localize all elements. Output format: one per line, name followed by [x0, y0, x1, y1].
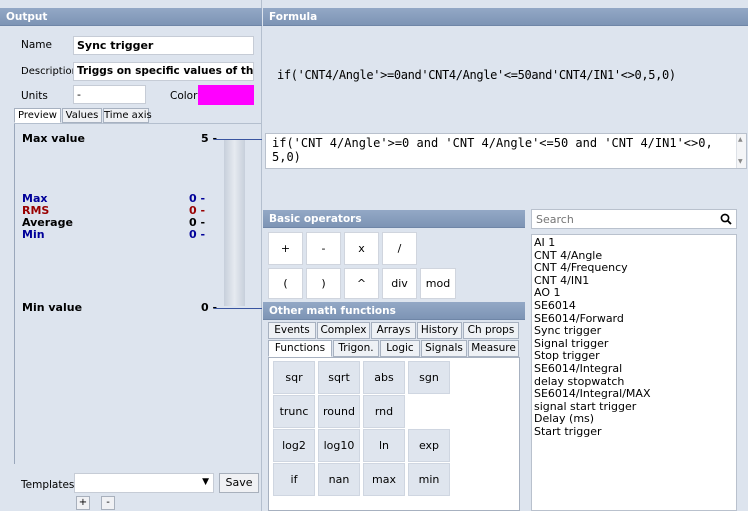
chevron-down-icon[interactable]: ▼ [202, 474, 209, 491]
tab-preview[interactable]: Preview [14, 108, 61, 123]
min-value-label: Min value [22, 301, 83, 314]
tab-values[interactable]: Values [62, 108, 102, 123]
tab-events[interactable]: Events [268, 322, 316, 339]
fn-exp-button[interactable]: exp [408, 429, 450, 462]
list-item[interactable]: Sync trigger [532, 325, 736, 338]
fn-trunc-button[interactable]: trunc [273, 395, 315, 428]
fn-sqrt-button[interactable]: sqrt [318, 361, 360, 394]
fn-min-button[interactable]: min [408, 463, 450, 496]
color-label: Color [170, 90, 198, 102]
gauge-bar [224, 140, 245, 306]
op-power-button[interactable]: ^ [344, 268, 379, 299]
op-div-button[interactable]: div [382, 268, 417, 299]
tab-functions[interactable]: Functions [268, 340, 332, 357]
tab-ch-props[interactable]: Ch props [463, 322, 519, 339]
list-item[interactable]: AI 1 [532, 236, 736, 250]
tab-history[interactable]: History [417, 322, 462, 339]
stat-min-label: Min [22, 228, 45, 241]
remove-template-button[interactable]: - [101, 496, 115, 510]
channel-list[interactable]: AI 1 CNT 4/Angle CNT 4/Frequency CNT 4/I… [531, 234, 737, 511]
formula-header: Formula [263, 8, 748, 26]
fn-log10-button[interactable]: log10 [318, 429, 360, 462]
op-mod-button[interactable]: mod [420, 268, 456, 299]
channel-search-input[interactable] [534, 211, 714, 227]
units-label: Units [21, 90, 48, 102]
stat-min-value: 0 - [189, 228, 206, 241]
templates-select[interactable]: ▼ [74, 473, 214, 493]
templates-label: Templates [21, 479, 75, 491]
units-field[interactable]: - [73, 85, 146, 104]
channel-search[interactable] [531, 209, 737, 229]
op-minus-button[interactable]: - [306, 232, 341, 265]
fn-ln-button[interactable]: ln [363, 429, 405, 462]
tab-trigon[interactable]: Trigon. [333, 340, 379, 357]
formula-editor[interactable]: if('CNT 4/Angle'>=0 and 'CNT 4/Angle'<=5… [265, 133, 747, 169]
tab-logic[interactable]: Logic [380, 340, 420, 357]
list-item[interactable]: SE6014 [532, 299, 736, 313]
op-close-paren-button[interactable]: ) [306, 268, 341, 299]
fn-sqr-button[interactable]: sqr [273, 361, 315, 394]
math-functions-header: Other math functions [263, 302, 525, 320]
name-field[interactable]: Sync trigger [73, 36, 254, 55]
fn-sgn-button[interactable]: sgn [408, 361, 450, 394]
search-icon[interactable] [720, 213, 732, 225]
tab-complex[interactable]: Complex [317, 322, 370, 339]
tab-arrays[interactable]: Arrays [371, 322, 416, 339]
output-header: Output [0, 8, 262, 26]
op-divide-button[interactable]: / [382, 232, 417, 265]
formula-display: if('CNT4/Angle'>=0and'CNT4/Angle'<=50and… [277, 68, 676, 82]
save-button[interactable]: Save [219, 473, 259, 493]
fn-log2-button[interactable]: log2 [273, 429, 315, 462]
min-value-tick [214, 308, 262, 309]
add-template-button[interactable]: + [76, 496, 90, 510]
list-item[interactable]: Start trigger [532, 425, 736, 439]
tab-signals[interactable]: Signals [421, 340, 467, 357]
formula-editor-text[interactable]: if('CNT 4/Angle'>=0 and 'CNT 4/Angle'<=5… [272, 136, 727, 164]
color-swatch[interactable] [198, 85, 254, 105]
tab-time-axis[interactable]: Time axis [103, 108, 152, 123]
left-edge-rule [14, 124, 15, 464]
max-value-label: Max value [22, 132, 85, 145]
fn-if-button[interactable]: if [273, 463, 315, 496]
list-item[interactable]: SE6014/Integral [532, 362, 736, 376]
list-item[interactable]: CNT 4/Frequency [532, 262, 736, 275]
fn-rnd-button[interactable]: rnd [363, 395, 405, 428]
fn-nan-button[interactable]: nan [318, 463, 360, 496]
tab-measure[interactable]: Measure [468, 340, 519, 357]
scroll-up-icon[interactable]: ▲ [738, 136, 743, 143]
name-label: Name [21, 39, 52, 51]
description-field[interactable]: Triggs on specific values of the ar [73, 62, 254, 81]
op-plus-button[interactable]: + [268, 232, 303, 265]
list-item[interactable]: CNT 4/IN1 [532, 274, 736, 288]
editor-scrollbar[interactable]: ▲ ▼ [736, 134, 746, 168]
op-multiply-button[interactable]: x [344, 232, 379, 265]
scroll-down-icon[interactable]: ▼ [738, 158, 743, 165]
list-item[interactable]: SE6014/Integral/MAX [532, 388, 736, 401]
description-label: Description [21, 66, 78, 77]
fn-abs-button[interactable]: abs [363, 361, 405, 394]
fn-max-button[interactable]: max [363, 463, 405, 496]
op-open-paren-button[interactable]: ( [268, 268, 303, 299]
fn-round-button[interactable]: round [318, 395, 360, 428]
basic-operators-header: Basic operators [263, 210, 525, 228]
